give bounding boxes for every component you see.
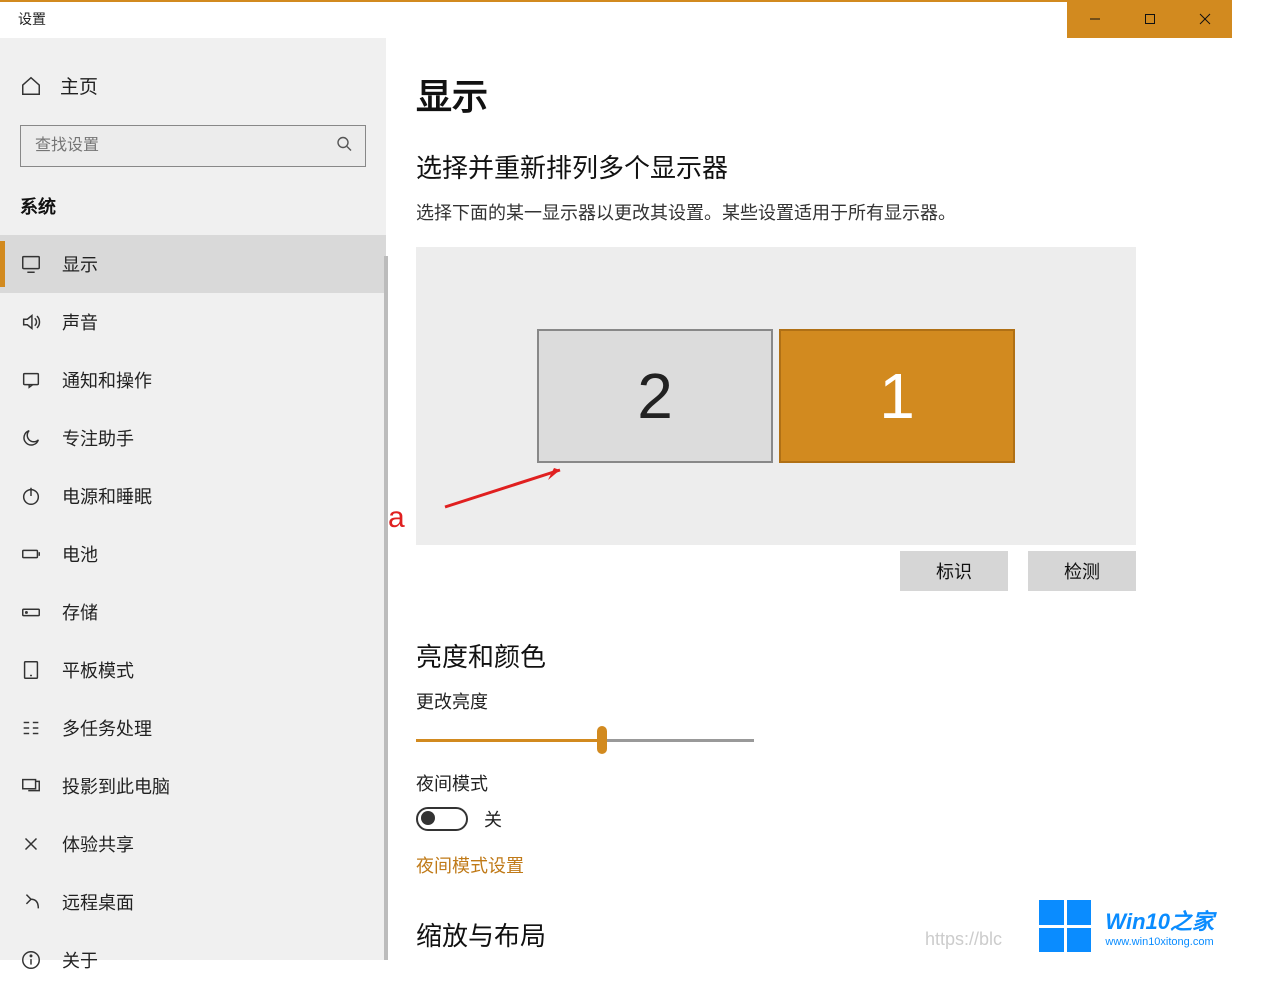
close-button[interactable] bbox=[1177, 0, 1232, 38]
sidebar-item-11[interactable]: 远程桌面 bbox=[0, 873, 386, 931]
sidebar-item-label: 显示 bbox=[62, 251, 98, 277]
detect-button[interactable]: 检测 bbox=[1028, 551, 1136, 591]
sidebar-item-label: 电源和睡眠 bbox=[62, 483, 152, 509]
sidebar-item-4[interactable]: 电源和睡眠 bbox=[0, 467, 386, 525]
sidebar-item-5[interactable]: 电池 bbox=[0, 525, 386, 583]
info-icon bbox=[20, 949, 42, 971]
sidebar-item-10[interactable]: 体验共享 bbox=[0, 815, 386, 873]
speaker-icon bbox=[20, 311, 42, 333]
sidebar-item-label: 通知和操作 bbox=[62, 367, 152, 393]
body-area: 主页 系统 显示声音通知和操作专注助手电源和睡眠电池存储平板模式多任务处理投影到… bbox=[0, 38, 1232, 960]
moon-icon bbox=[20, 427, 42, 449]
night-mode-toggle[interactable] bbox=[416, 807, 468, 831]
sidebar-item-label: 远程桌面 bbox=[62, 889, 134, 915]
multitask-icon bbox=[20, 717, 42, 739]
sidebar-item-3[interactable]: 专注助手 bbox=[0, 409, 386, 467]
power-icon bbox=[20, 485, 42, 507]
night-mode-settings-link[interactable]: 夜间模式设置 bbox=[416, 852, 524, 878]
group-title: 系统 bbox=[0, 167, 386, 235]
identify-button[interactable]: 标识 bbox=[900, 551, 1008, 591]
battery-icon bbox=[20, 543, 42, 565]
monitor-icon bbox=[20, 253, 42, 275]
night-mode-state: 关 bbox=[484, 806, 502, 832]
share-icon bbox=[20, 833, 42, 855]
content: 显示 选择并重新排列多个显示器 选择下面的某一显示器以更改其设置。某些设置适用于… bbox=[386, 38, 1232, 960]
sidebar-item-9[interactable]: 投影到此电脑 bbox=[0, 757, 386, 815]
brightness-section: 亮度和颜色 更改亮度 夜间模式 关 夜间模式设置 bbox=[416, 637, 1198, 878]
remote-icon bbox=[20, 891, 42, 913]
annotation-letter: a bbox=[388, 501, 405, 535]
sidebar-item-8[interactable]: 多任务处理 bbox=[0, 699, 386, 757]
windows-logo-icon bbox=[1039, 900, 1091, 952]
sidebar-item-label: 专注助手 bbox=[62, 425, 134, 451]
sidebar-item-label: 存储 bbox=[62, 599, 98, 625]
sidebar-item-1[interactable]: 声音 bbox=[0, 293, 386, 351]
maximize-button[interactable] bbox=[1122, 0, 1177, 38]
sidebar-item-label: 投影到此电脑 bbox=[62, 773, 170, 799]
toggle-knob bbox=[421, 811, 435, 825]
brightness-slider[interactable] bbox=[416, 724, 754, 756]
search-wrap bbox=[0, 125, 386, 167]
watermark-url: www.win10xitong.com bbox=[1105, 936, 1214, 948]
brightness-heading: 亮度和颜色 bbox=[416, 637, 1198, 674]
sidebar-item-2[interactable]: 通知和操作 bbox=[0, 351, 386, 409]
sidebar-item-label: 关于 bbox=[62, 947, 98, 973]
monitor-1[interactable]: 1 bbox=[779, 329, 1015, 463]
sidebar-item-label: 电池 bbox=[62, 541, 98, 567]
nav-list: 显示声音通知和操作专注助手电源和睡眠电池存储平板模式多任务处理投影到此电脑体验共… bbox=[0, 235, 386, 989]
home-icon bbox=[20, 75, 42, 97]
sidebar-item-label: 平板模式 bbox=[62, 657, 134, 683]
sidebar-item-label: 声音 bbox=[62, 309, 98, 335]
sidebar-item-0[interactable]: 显示 bbox=[0, 235, 386, 293]
home-label: 主页 bbox=[60, 72, 98, 99]
night-mode-label: 夜间模式 bbox=[416, 770, 1198, 796]
minimize-button[interactable] bbox=[1067, 0, 1122, 38]
window-title: 设置 bbox=[0, 9, 46, 29]
minimize-icon bbox=[1089, 13, 1101, 25]
maximize-icon bbox=[1144, 13, 1156, 25]
home-nav[interactable]: 主页 bbox=[0, 58, 386, 113]
monitor-arrange-area[interactable]: 2 1 a bbox=[416, 247, 1136, 545]
titlebar: 设置 bbox=[0, 0, 1232, 38]
project-icon bbox=[20, 775, 42, 797]
arrange-heading: 选择并重新排列多个显示器 bbox=[416, 148, 1198, 185]
titlebar-accent bbox=[0, 0, 1232, 2]
brightness-slider-label: 更改亮度 bbox=[416, 688, 1198, 714]
notification-icon bbox=[20, 369, 42, 391]
sidebar-item-6[interactable]: 存储 bbox=[0, 583, 386, 641]
tablet-icon bbox=[20, 659, 42, 681]
search-icon bbox=[336, 136, 352, 157]
window-controls bbox=[1067, 0, 1232, 38]
watermark: Win10之家 www.win10xitong.com bbox=[1039, 900, 1214, 952]
faint-url-text: https://blc bbox=[925, 929, 1002, 950]
monitor-button-row: 标识 检测 bbox=[416, 551, 1136, 591]
sidebar-item-12[interactable]: 关于 bbox=[0, 931, 386, 989]
search-input[interactable] bbox=[20, 125, 366, 167]
monitor-2[interactable]: 2 bbox=[537, 329, 773, 463]
slider-fill bbox=[416, 739, 602, 742]
slider-thumb[interactable] bbox=[597, 726, 607, 754]
watermark-brand: Win10之家 bbox=[1105, 904, 1214, 936]
arrange-description: 选择下面的某一显示器以更改其设置。某些设置适用于所有显示器。 bbox=[416, 199, 1198, 225]
sidebar-item-label: 多任务处理 bbox=[62, 715, 152, 741]
settings-window: 设置 主页 bbox=[0, 0, 1232, 960]
page-title: 显示 bbox=[416, 68, 1198, 120]
sidebar-item-7[interactable]: 平板模式 bbox=[0, 641, 386, 699]
close-icon bbox=[1199, 13, 1211, 25]
storage-icon bbox=[20, 601, 42, 623]
sidebar-item-label: 体验共享 bbox=[62, 831, 134, 857]
sidebar: 主页 系统 显示声音通知和操作专注助手电源和睡眠电池存储平板模式多任务处理投影到… bbox=[0, 38, 386, 960]
annotation-arrow bbox=[440, 462, 570, 517]
